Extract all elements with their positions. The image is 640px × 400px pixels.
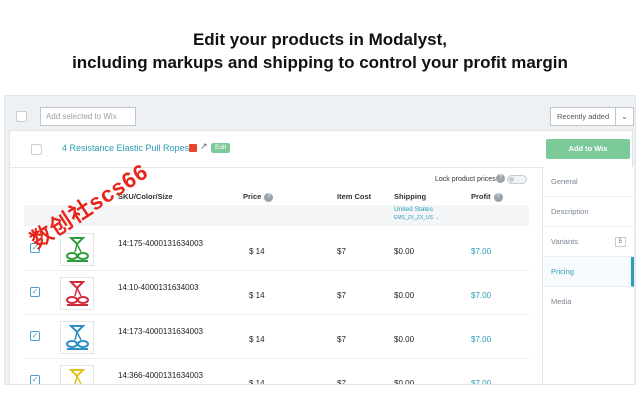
nav-item-variants[interactable]: Variants 5 — [543, 227, 634, 257]
shipping-cell: $0.00 — [394, 335, 415, 344]
table-row: ✓ 14:173-4000131634003 $ 14 $7 $0.00 $7.00 — [24, 315, 529, 359]
product-thumbnail[interactable] — [60, 365, 94, 384]
chevron-down-icon[interactable]: ⌄ — [615, 108, 633, 125]
header-item-cost: Item Cost — [337, 192, 372, 201]
app-window: Add selected to Wix Recently added ⌄ 4 R… — [4, 95, 636, 385]
sku-cell: 14:10-4000131634003 — [118, 283, 199, 292]
arrow-right-icon: → — [434, 215, 440, 221]
shipping-cell: $0.00 — [394, 291, 415, 300]
price-cell[interactable]: $ 14 — [249, 335, 265, 344]
header-price-label: Price — [243, 192, 262, 201]
sku-cell: 14:175-4000131634003 — [118, 239, 203, 248]
shipping-method[interactable]: EMS_ZX_ZX_US → — [394, 215, 439, 221]
profit-cell: $7.00 — [471, 379, 492, 385]
table-row: ✓ 14:10-4000131634003 $ 14 $7 $0.00 $7.00 — [24, 271, 529, 315]
header-shipping: Shipping — [394, 192, 427, 201]
shipping-cell: $0.00 — [394, 247, 415, 256]
variants-count-badge: 5 — [614, 237, 626, 247]
price-cell[interactable]: $ 14 — [249, 291, 265, 300]
nav-item-label: General — [551, 177, 578, 186]
row-checkbox[interactable]: ✓ — [30, 375, 40, 384]
shipping-method-label: EMS_ZX_ZX_US — [394, 215, 433, 221]
nav-item-label: Pricing — [551, 267, 574, 276]
aliexpress-tag-icon — [189, 144, 197, 152]
price-cell[interactable]: $ 14 — [249, 379, 265, 384]
help-icon[interactable]: ? — [496, 174, 505, 183]
help-icon[interactable]: ? — [493, 193, 503, 202]
item-cost-cell: $7 — [337, 247, 346, 256]
header-price: Price? — [243, 192, 274, 202]
nav-item-label: Media — [551, 297, 572, 306]
sku-cell: 14:366-4000131634003 — [118, 371, 203, 380]
toolbar: Add selected to Wix Recently added ⌄ — [5, 96, 635, 130]
headline-line-1: Edit your products in Modalyst, — [192, 30, 448, 49]
product-sidenav: General Description Variants 5 Pricing Me… — [542, 167, 634, 384]
profit-cell: $7.00 — [471, 335, 492, 344]
help-icon[interactable]: ? — [264, 193, 274, 202]
add-selected-to-wix-input[interactable]: Add selected to Wix — [40, 107, 136, 126]
profit-cell: $7.00 — [471, 247, 492, 256]
product-checkbox[interactable] — [31, 144, 42, 155]
header-profit-label: Profit — [471, 192, 491, 201]
table-row: ✓ 14:366-4000131634003 $ 14 $7 $0.00 $7.00 — [24, 359, 529, 385]
nav-item-media[interactable]: Media — [543, 287, 634, 317]
pull-rope-icon — [66, 237, 89, 262]
headline-line-2: including markups and shipping to contro… — [72, 53, 568, 72]
add-to-wix-button[interactable]: Add to Wix — [546, 139, 630, 159]
item-cost-cell: $7 — [337, 379, 346, 385]
shipping-location: United States — [394, 206, 434, 213]
external-link-icon[interactable]: ↗ — [200, 141, 208, 152]
product-card: 4 Resistance Elastic Pull Ropes ↗ Edit A… — [9, 130, 634, 385]
edit-button[interactable]: Edit — [211, 143, 231, 153]
pull-rope-icon — [66, 325, 89, 350]
sort-dropdown[interactable]: Recently added ⌄ — [550, 107, 634, 126]
nav-item-label: Variants — [551, 237, 578, 246]
table-row: ✓ 14:175-4000131634003 $ 14 $7 $0.00 $7.00 — [24, 227, 529, 271]
lock-prices-toggle[interactable] — [507, 175, 527, 184]
nav-item-pricing[interactable]: Pricing — [543, 257, 634, 287]
shipping-cell: $0.00 — [394, 379, 415, 385]
sku-cell: 14:173-4000131634003 — [118, 327, 203, 336]
nav-item-label: Description — [551, 207, 589, 216]
header-profit: Profit? — [471, 192, 503, 202]
nav-item-description[interactable]: Description — [543, 197, 634, 227]
nav-item-general[interactable]: General — [543, 167, 634, 197]
row-checkbox[interactable]: ✓ — [30, 287, 40, 297]
product-thumbnail[interactable] — [60, 321, 94, 354]
divider — [10, 167, 542, 168]
product-title-link[interactable]: 4 Resistance Elastic Pull Ropes — [62, 143, 189, 153]
product-thumbnail[interactable] — [60, 277, 94, 310]
row-checkbox[interactable]: ✓ — [30, 331, 40, 341]
lock-prices-label: Lock product prices — [435, 176, 496, 183]
item-cost-cell: $7 — [337, 335, 346, 344]
price-cell[interactable]: $ 14 — [249, 247, 265, 256]
sort-value: Recently added — [557, 112, 610, 121]
headline: Edit your products in Modalyst, includin… — [0, 28, 640, 74]
item-cost-cell: $7 — [337, 291, 346, 300]
profit-cell: $7.00 — [471, 291, 492, 300]
select-all-checkbox[interactable] — [16, 111, 27, 122]
pull-rope-icon — [66, 281, 89, 306]
shipping-location-link[interactable]: United States — [394, 206, 433, 213]
pull-rope-icon — [68, 369, 86, 384]
